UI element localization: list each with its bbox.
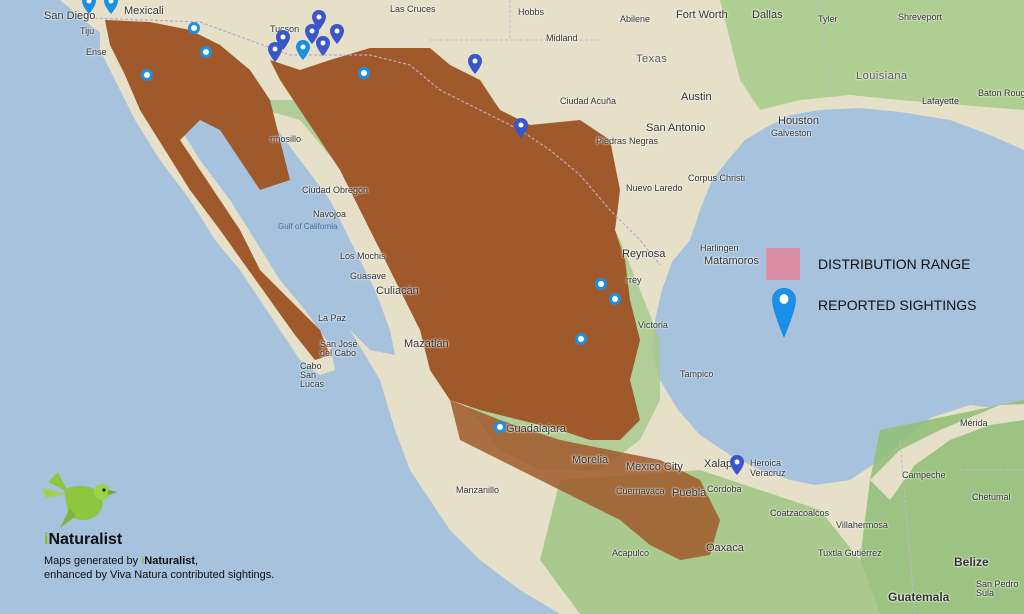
label-nuevo-laredo: Nuevo Laredo: [626, 183, 683, 193]
label-tampico: Tampico: [680, 369, 714, 379]
label-fort-worth: Fort Worth: [676, 9, 728, 21]
sighting-pin[interactable]: [730, 455, 744, 475]
sighting-pin[interactable]: [82, 0, 96, 14]
label-matamoros: Matamoros: [704, 255, 760, 267]
sighting-dot[interactable]: [609, 293, 621, 305]
legend-row-distribution: DISTRIBUTION RANGE: [766, 248, 970, 280]
label-belize: Belize: [954, 555, 989, 569]
label-heroica-veracruz: Heroica Veracruz: [750, 458, 786, 478]
label-houston: Houston: [778, 115, 819, 127]
label-guatemala: Guatemala: [888, 590, 950, 604]
label-coatzacoalcos: Coatzacoalcos: [770, 508, 830, 518]
sighting-pin[interactable]: [104, 0, 118, 14]
sighting-pin[interactable]: [330, 24, 344, 44]
sighting-pin[interactable]: [296, 40, 310, 60]
label-puebla: Puebla: [672, 487, 707, 499]
label-galveston: Galveston: [771, 128, 812, 138]
label-acapulco: Acapulco: [612, 548, 650, 558]
legend-row-sightings: REPORTED SIGHTINGS: [772, 288, 976, 338]
label-tyler: Tyler: [818, 14, 838, 24]
sighting-dot[interactable]: [575, 333, 587, 345]
sighting-dot[interactable]: [188, 22, 200, 34]
label-hobbs: Hobbs: [518, 7, 545, 17]
label-cordoba: Córdoba: [707, 484, 742, 494]
label-harlingen: Harlingen: [700, 243, 739, 253]
label-dallas: Dallas: [752, 9, 783, 21]
label-san-pedro-sula: San Pedro Sula: [976, 579, 1019, 598]
label-guadalajara: Guadalajara: [506, 423, 566, 435]
distribution-range-swatch: [766, 248, 800, 280]
label-morelia: Morelia: [572, 454, 609, 466]
label-midland: Midland: [546, 33, 578, 43]
sighting-pin[interactable]: [514, 118, 528, 138]
label-gulf-of-california: Gulf of California: [278, 222, 338, 231]
label-austin: Austin: [681, 91, 712, 103]
label-lafayette: Lafayette: [922, 96, 960, 106]
label-ensenada: Ense: [86, 47, 107, 57]
label-san-jose-del-cabo: San José del Cabo: [320, 339, 358, 358]
label-las-cruces: Las Cruces: [390, 4, 436, 14]
label-mexicali: Mexicali: [124, 5, 164, 17]
label-oaxaca: Oaxaca: [706, 542, 744, 554]
label-los-mochis: Los Mochis: [340, 251, 386, 261]
sighting-dot[interactable]: [141, 69, 153, 81]
label-texas: Texas: [636, 53, 668, 65]
label-ciudad-acuna: Ciudad Acuña: [560, 96, 617, 106]
label-guasave: Guasave: [350, 271, 387, 281]
label-chetumal: Chetumal: [972, 492, 1011, 502]
sighting-pin[interactable]: [468, 54, 482, 74]
sighting-dot[interactable]: [595, 278, 607, 290]
sighting-pin[interactable]: [316, 36, 330, 56]
label-villahermosa: Villahermosa: [836, 520, 888, 530]
label-tuxtla: Tuxtla Gutiérrez: [818, 548, 882, 558]
label-manzanillo: Manzanillo: [456, 485, 500, 495]
label-louisiana: Louisiana: [856, 70, 908, 82]
sighting-dot[interactable]: [200, 46, 212, 58]
credit-line-1: Maps generated by iNaturalist,: [44, 555, 199, 567]
inaturalist-wordmark: iNaturalist: [44, 531, 123, 548]
label-culiacan: Culiacán: [376, 285, 419, 297]
label-victoria: Victoria: [638, 320, 668, 330]
sighting-pin[interactable]: [268, 42, 282, 62]
label-tijuana: Tiju: [80, 26, 95, 36]
label-reynosa: Reynosa: [622, 248, 666, 260]
distribution-range-label: DISTRIBUTION RANGE: [818, 256, 971, 272]
label-cabo-san-lucas: Cabo San Lucas: [300, 361, 325, 389]
sighting-dot[interactable]: [358, 67, 370, 79]
label-shreveport: Shreveport: [898, 12, 943, 22]
label-mazatlan: Mazatlán: [404, 338, 449, 350]
label-campeche: Campeche: [902, 470, 946, 480]
label-corpus-christi: Corpus Christi: [688, 173, 746, 183]
label-mexico-city: Mexico City: [626, 461, 683, 473]
label-piedras-negras: Piedras Negras: [596, 136, 659, 146]
label-la-paz: La Paz: [318, 313, 347, 323]
label-navojoa: Navojoa: [313, 209, 347, 219]
label-monterrey: rrey: [626, 275, 642, 285]
label-ciudad-obregon: Ciudad Obregón: [302, 185, 369, 195]
sighting-dot[interactable]: [494, 421, 506, 433]
inaturalist-logo: [40, 470, 120, 530]
label-abilene: Abilene: [620, 14, 651, 24]
credit-line-2: enhanced by Viva Natura contributed sigh…: [44, 569, 275, 581]
label-hermosillo: rmosillo: [270, 134, 302, 144]
label-cuernavaca: Cuernavaca: [616, 486, 665, 496]
map-legend: DISTRIBUTION RANGE REPORTED SIGHTINGS: [766, 248, 1016, 348]
reported-sightings-label: REPORTED SIGHTINGS: [818, 297, 977, 313]
map-pin-icon: [772, 288, 796, 338]
label-san-antonio: San Antonio: [646, 122, 706, 134]
label-baton-rouge: Baton Roug: [978, 88, 1024, 98]
label-merida: Mérida: [960, 418, 988, 428]
